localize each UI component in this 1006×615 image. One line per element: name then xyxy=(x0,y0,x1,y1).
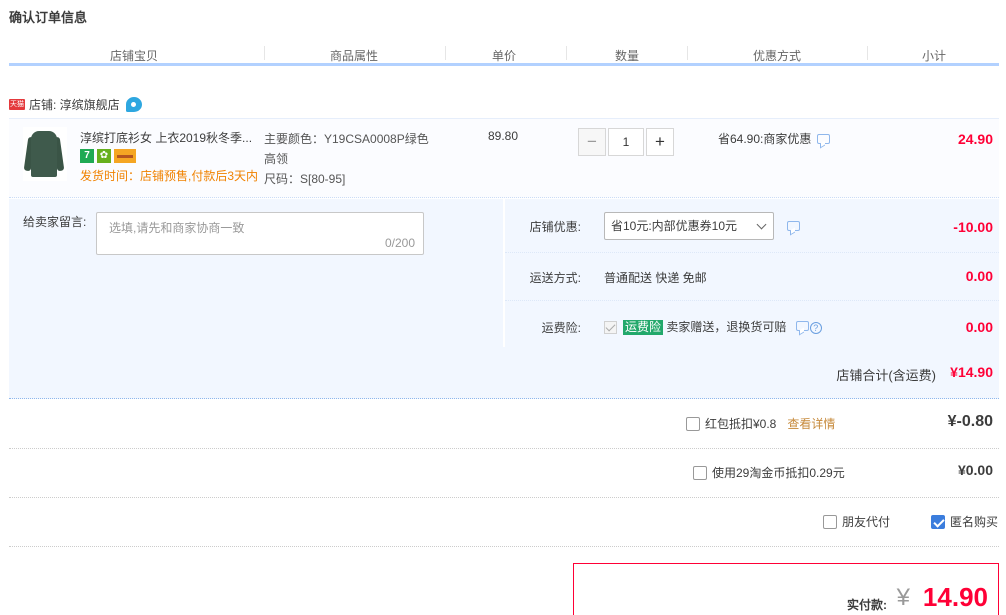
insurance-text: 卖家赠送，退换货可赔 xyxy=(666,320,787,334)
redpacket-label: 红包抵扣¥0.8 xyxy=(705,417,777,431)
insurance-row: 运费险: 运费险 卖家赠送，退换货可赔 ? 0.00 xyxy=(505,301,999,347)
insurance-checkbox xyxy=(604,321,617,335)
seller-message-textarea[interactable]: 选填,请先和商家协商一致 0/200 xyxy=(96,212,424,255)
page-title: 确认订单信息 xyxy=(9,10,88,25)
coins-amount: ¥0.00 xyxy=(957,462,993,478)
shop-discount-selected: 省10元:内部优惠券10元 xyxy=(611,219,738,233)
coins-option: 使用29淘金币抵扣0.29元 xyxy=(693,464,845,481)
message-label: 给卖家留言: xyxy=(23,215,87,229)
col-quantity: 数量 xyxy=(614,49,639,63)
qty-increase-button[interactable]: + xyxy=(646,128,674,156)
insurance-content: 运费险 卖家赠送，退换货可赔 ? xyxy=(604,318,822,336)
help-icon[interactable]: ? xyxy=(809,321,822,334)
coins-checkbox[interactable] xyxy=(693,465,707,480)
divider xyxy=(9,546,999,547)
seven-day-return-icon[interactable]: 7 xyxy=(80,149,94,163)
col-unit-price: 单价 xyxy=(491,49,516,63)
shop-name[interactable]: 店铺: 淳缤旗舰店 xyxy=(29,96,120,113)
shop-discount-select[interactable]: 省10元:内部优惠券10元 xyxy=(604,212,774,240)
friend-pay-label: 朋友代付 xyxy=(842,515,891,529)
prop-size: 尺码：S[80-95] xyxy=(264,172,346,186)
shipping-time-note: 发货时间：店铺预售,付款后3天内 xyxy=(80,169,259,183)
shop-discount-amount: -10.00 xyxy=(953,219,993,235)
chevron-down-icon xyxy=(756,219,767,230)
comment-icon[interactable] xyxy=(817,133,831,144)
friend-pay-option: 朋友代付 xyxy=(823,513,890,530)
tmall-icon: 天猫 xyxy=(9,98,25,110)
item-promotion: 省64.90:商家优惠 xyxy=(718,130,831,147)
order-options-panel: 店铺优惠: 省10元:内部优惠券10元 -10.00 运送方式: 普通配送 快递… xyxy=(505,199,999,347)
prop-collar: 高领 xyxy=(264,152,289,166)
anonymous-option: 匿名购买 xyxy=(931,513,998,530)
shop-line: 天猫 店铺: 淳缤旗舰店 xyxy=(9,96,142,112)
redpacket-details-link[interactable]: 查看详情 xyxy=(787,415,835,432)
shop-discount-label: 店铺优惠: xyxy=(529,220,581,234)
promotion-text: 省64.90:商家优惠 xyxy=(718,132,812,146)
service-badges: 7 ✿ xyxy=(80,149,136,163)
item-subtotal: 24.90 xyxy=(957,131,993,147)
shipping-row: 运送方式: 普通配送 快递 免邮 0.00 xyxy=(505,253,999,301)
pay-currency: ¥ xyxy=(896,584,910,611)
shipping-label: 运送方式: xyxy=(529,271,581,285)
wangwang-chat-icon[interactable] xyxy=(125,96,142,112)
message-placeholder: 选填,请先和商家协商一致 xyxy=(109,221,245,235)
message-char-count: 0/200 xyxy=(384,236,415,250)
prop-color: 主要颜色：Y19CSA0008P绿色 xyxy=(264,132,429,146)
insurance-label: 运费险: xyxy=(541,321,581,335)
order-item-row: 淳缤打底衫女 上衣2019秋冬季... 7 ✿ 发货时间：店铺预售,付款后3天内… xyxy=(9,118,999,198)
qty-input[interactable]: 1 xyxy=(608,128,644,156)
insurance-tag: 运费险 xyxy=(623,320,664,336)
product-properties: 主要颜色：Y19CSA0008P绿色 高领 尺码：S[80-95] xyxy=(264,129,429,189)
col-subtotal: 小计 xyxy=(921,49,946,63)
pay-amount: 14.90 xyxy=(922,582,988,612)
coins-label: 使用29淘金币抵扣0.29元 xyxy=(712,466,845,480)
anonymous-label: 匿名购买 xyxy=(950,515,999,529)
shipping-value: 普通配送 快递 免邮 xyxy=(604,271,707,285)
anonymous-checkbox[interactable] xyxy=(931,514,945,529)
shop-total-row: 店铺合计(含运费) ¥14.90 xyxy=(9,347,999,399)
shop-total-amount: ¥14.90 xyxy=(950,364,993,380)
quantity-stepper: − 1 + xyxy=(578,128,674,156)
column-header: 店铺宝贝 商品属性 单价 数量 优惠方式 小计 xyxy=(9,44,999,66)
payment-total-box: 实付款: ¥ 14.90 xyxy=(573,563,999,615)
shipping-amount: 0.00 xyxy=(965,268,993,284)
comment-icon[interactable] xyxy=(795,321,809,331)
friend-pay-checkbox[interactable] xyxy=(823,514,837,529)
comment-icon[interactable] xyxy=(787,221,800,231)
redpacket-checkbox[interactable] xyxy=(686,416,700,431)
message-panel: 给卖家留言: 选填,请先和商家协商一致 0/200 xyxy=(9,199,503,347)
credit-card-icon[interactable] xyxy=(114,149,136,163)
insurance-amount: 0.00 xyxy=(965,319,993,335)
redpacket-amount: ¥-0.80 xyxy=(947,413,993,430)
product-thumbnail[interactable] xyxy=(23,127,67,181)
divider xyxy=(9,497,999,498)
qty-decrease-button[interactable]: − xyxy=(578,128,606,156)
pay-label: 实付款: xyxy=(847,598,887,612)
redpacket-option: 红包抵扣¥0.8 查看详情 xyxy=(686,415,835,432)
col-promotion: 优惠方式 xyxy=(752,49,801,63)
product-title[interactable]: 淳缤打底衫女 上衣2019秋冬季... xyxy=(80,129,252,146)
col-attributes: 商品属性 xyxy=(329,49,378,63)
shop-total-label: 店铺合计(含运费) xyxy=(836,368,936,383)
service-guarantee-icon[interactable]: ✿ xyxy=(97,149,111,163)
unit-price: 89.80 xyxy=(488,129,519,143)
shop-discount-row: 店铺优惠: 省10元:内部优惠券10元 -10.00 xyxy=(505,199,999,253)
divider xyxy=(9,448,999,449)
col-shop-item: 店铺宝贝 xyxy=(109,49,158,63)
